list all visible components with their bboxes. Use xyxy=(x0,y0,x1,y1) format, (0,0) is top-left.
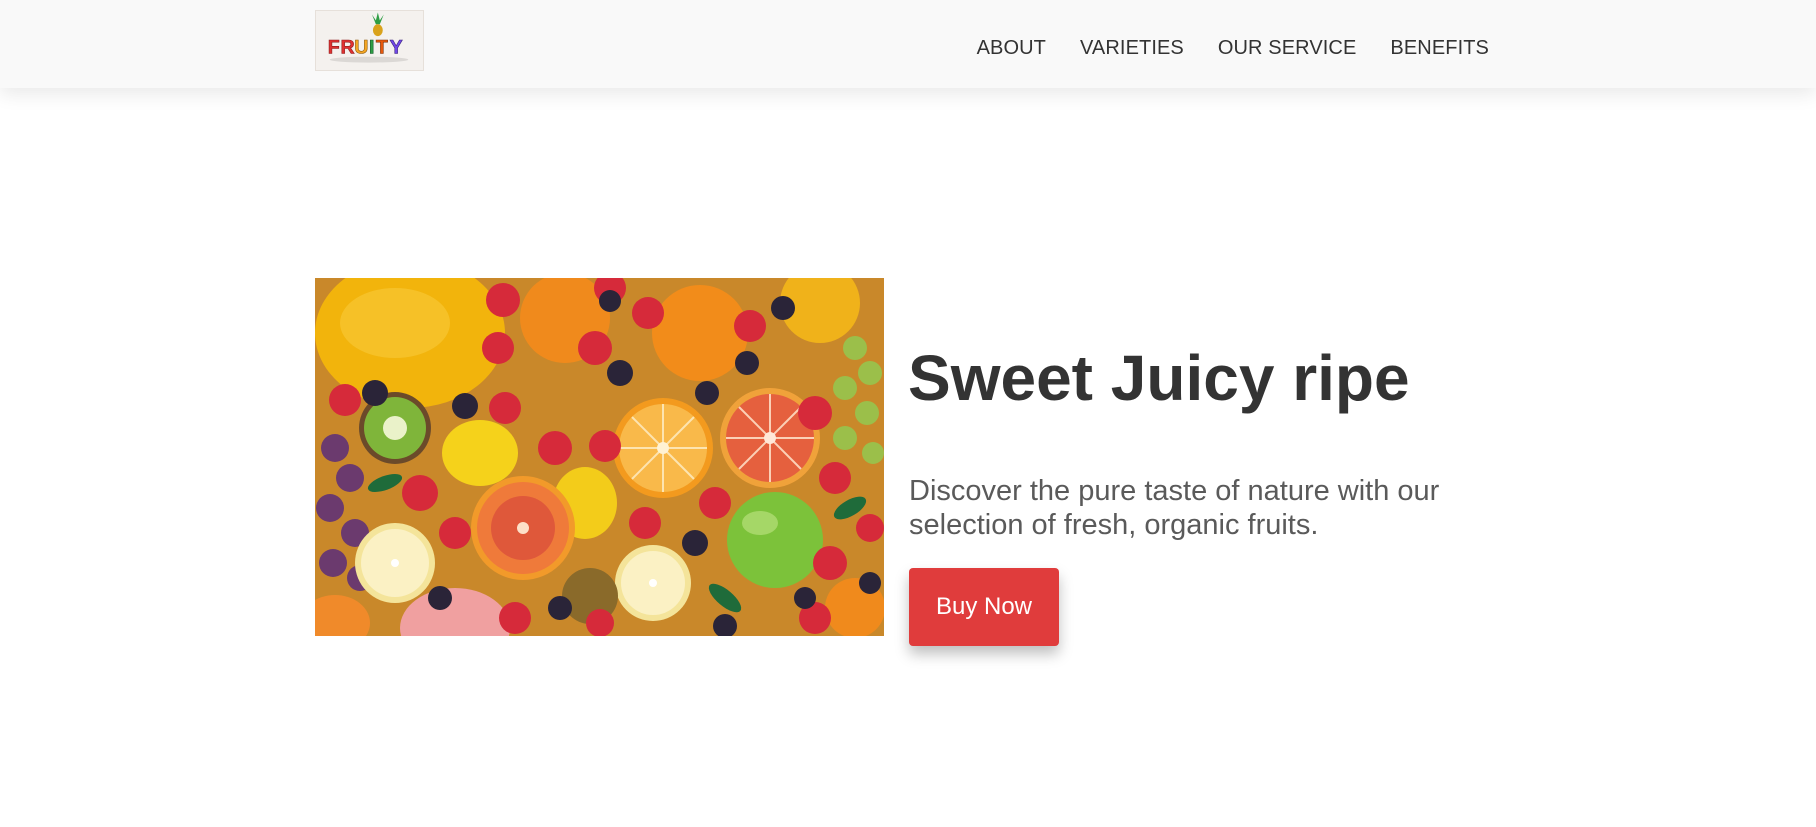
main-nav: ABOUT VARIETIES OUR SERVICE BENEFITS xyxy=(977,36,1489,60)
svg-text:U: U xyxy=(354,37,368,59)
fruity-logo-icon: F R U I T Y xyxy=(327,12,409,63)
nav-link-varieties[interactable]: VARIETIES xyxy=(1080,36,1184,60)
svg-text:Y: Y xyxy=(390,37,403,59)
brand-logo[interactable]: F R U I T Y xyxy=(315,10,424,71)
hero-description: Discover the pure taste of nature with o… xyxy=(909,475,1440,541)
hero-fruit-image xyxy=(315,278,884,636)
buy-now-button[interactable]: Buy Now xyxy=(909,568,1059,646)
nav-link-about[interactable]: ABOUT xyxy=(977,36,1046,60)
svg-text:R: R xyxy=(341,37,355,59)
nav-link-our-service[interactable]: OUR SERVICE xyxy=(1218,36,1357,60)
hero-title: Sweet Juicy ripe xyxy=(908,342,1410,414)
svg-text:F: F xyxy=(328,37,340,59)
site-header: F R U I T Y ABOUT VARIETIES OUR SERVICE … xyxy=(0,0,1816,88)
mixed-fruits-image-icon xyxy=(315,278,884,636)
svg-text:T: T xyxy=(376,37,388,59)
nav-link-benefits[interactable]: BENEFITS xyxy=(1390,36,1489,60)
svg-text:I: I xyxy=(369,37,374,59)
